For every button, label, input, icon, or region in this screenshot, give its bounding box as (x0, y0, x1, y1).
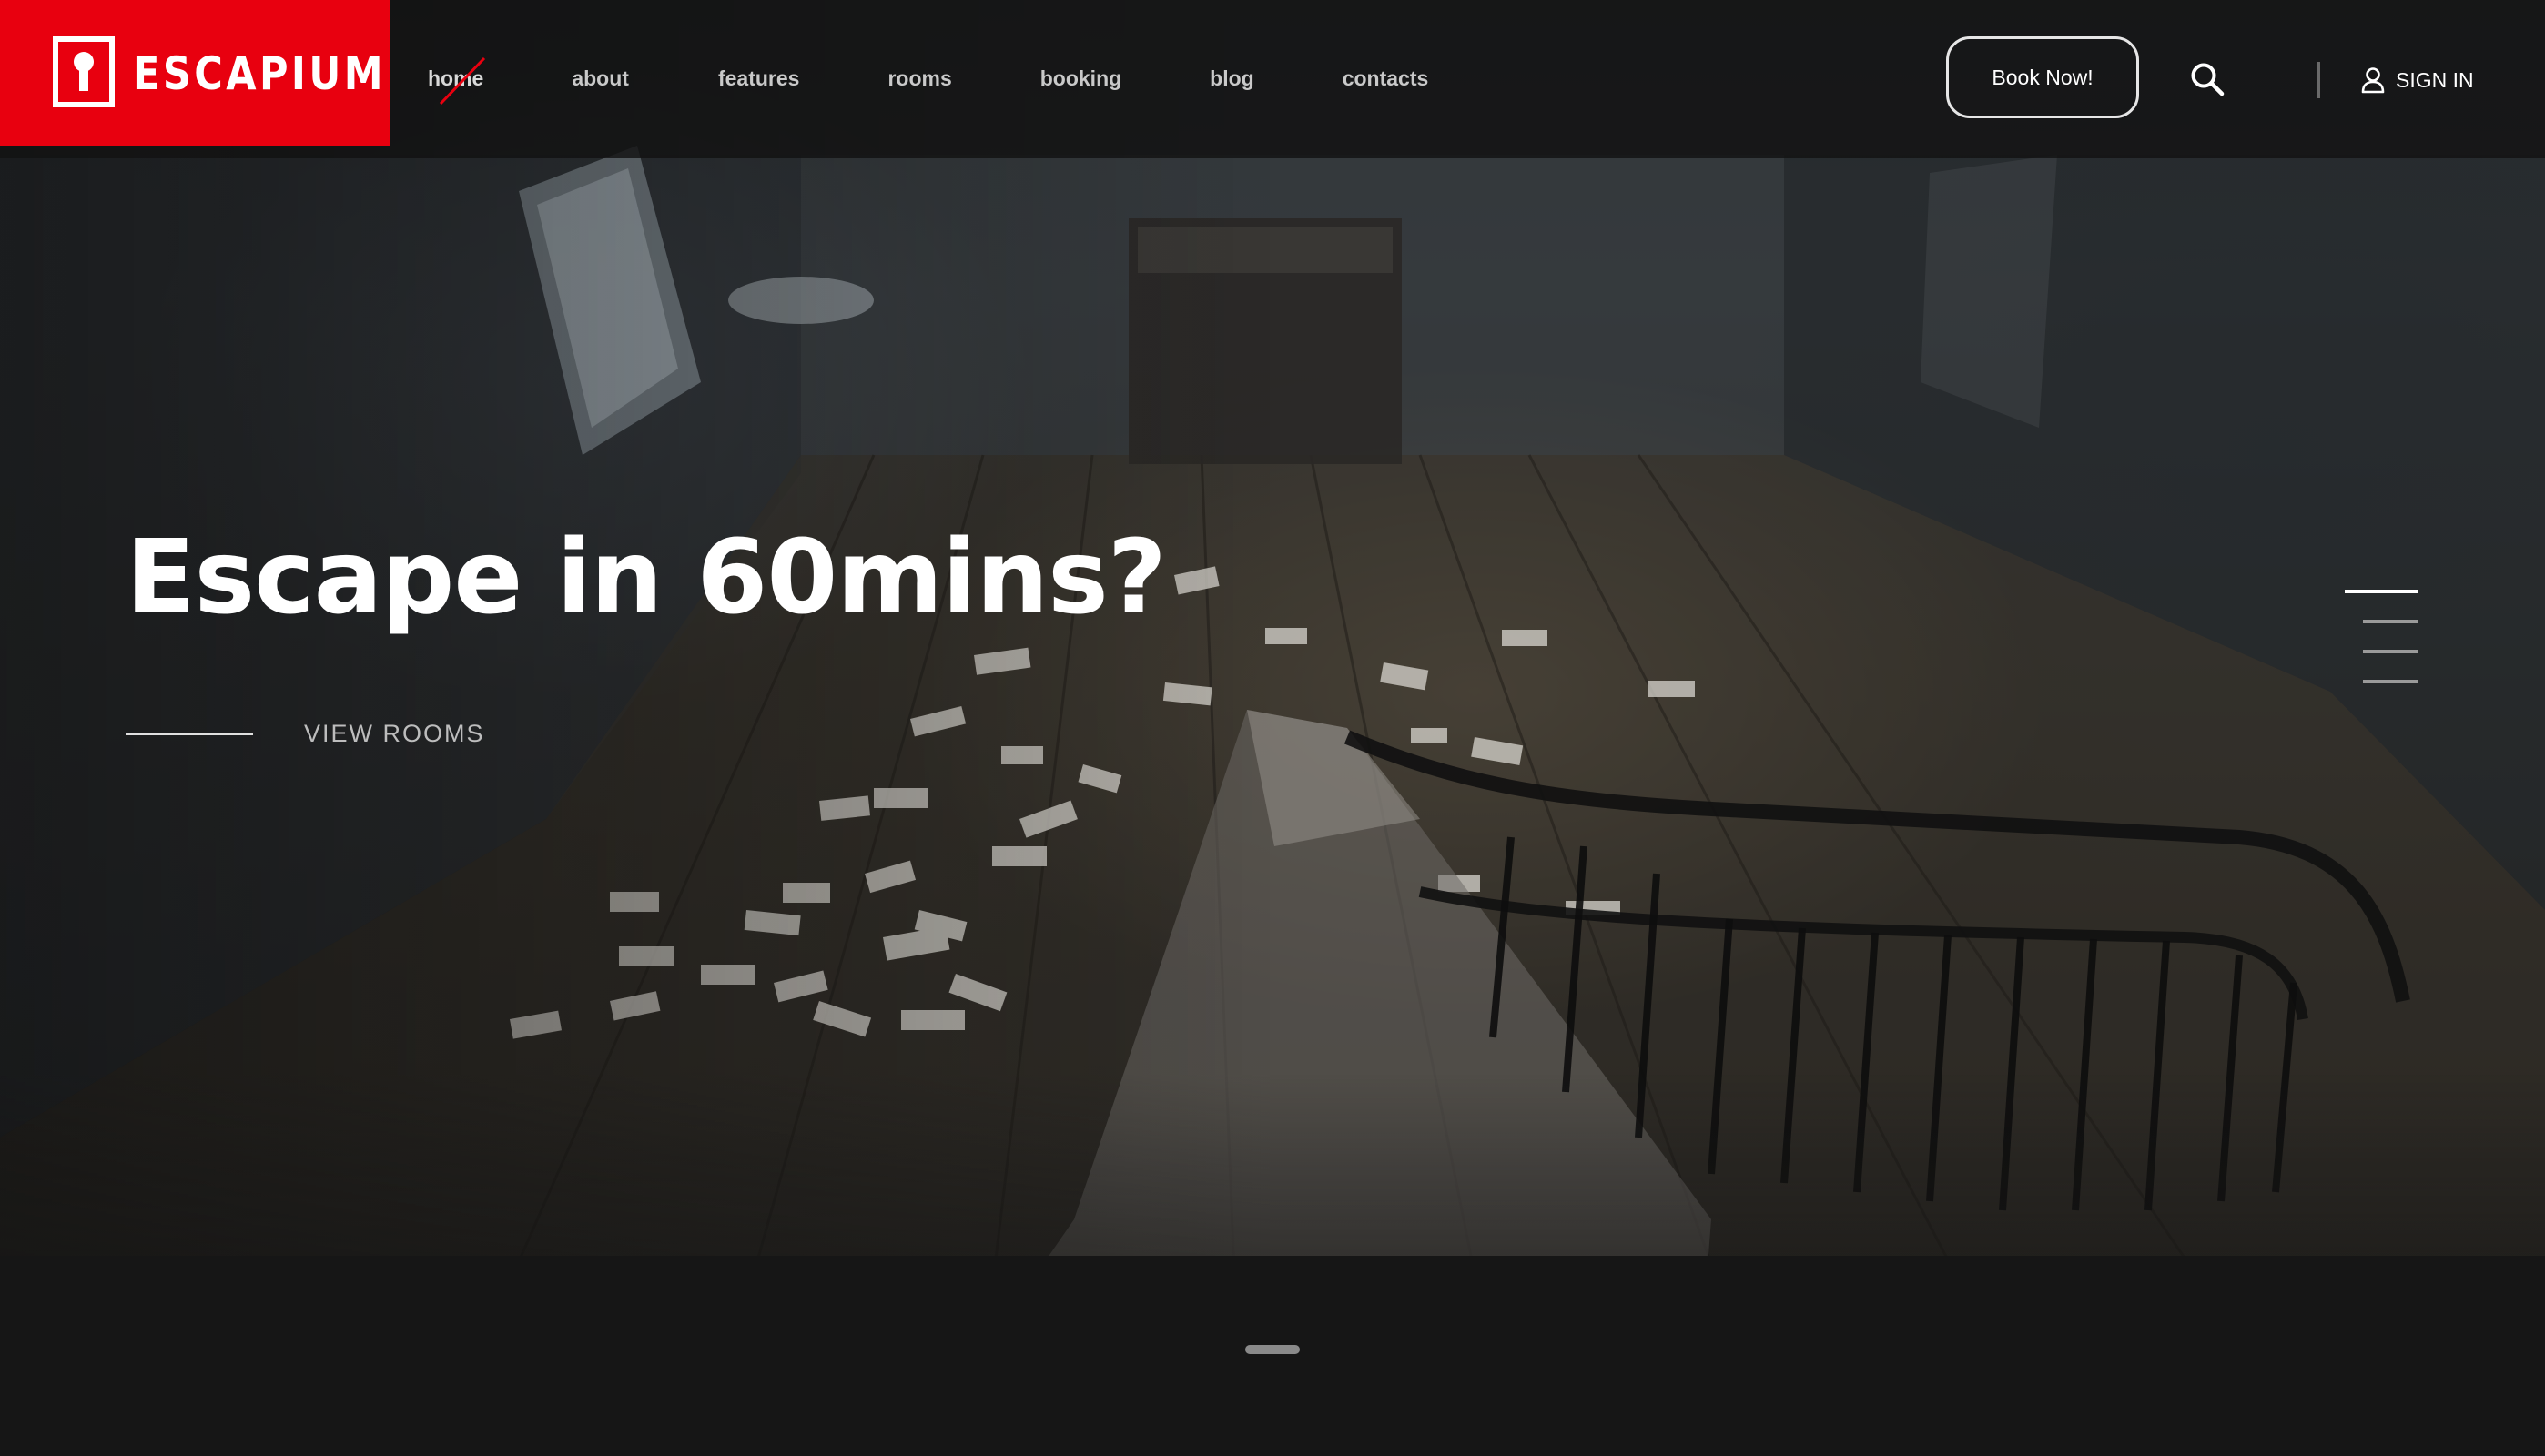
cta-line (126, 732, 253, 735)
page: ESCAPIUM home about features rooms booki… (0, 0, 2545, 1456)
book-now-button[interactable]: Book Now! (1946, 36, 2139, 118)
nav-item-about[interactable]: about (572, 60, 629, 96)
user-icon (2361, 67, 2385, 94)
nav-item-label: booking (1039, 66, 1122, 90)
slide-indicator-4[interactable] (2363, 680, 2418, 683)
brand-name: ESCAPIUM (133, 47, 386, 100)
slide-indicator-3[interactable] (2363, 650, 2418, 653)
slide-indicator-2[interactable] (2363, 620, 2418, 623)
brand-logo[interactable]: ESCAPIUM (0, 0, 390, 146)
main-nav: home about features rooms booking blog c… (428, 56, 1429, 106)
nav-item-rooms[interactable]: rooms (887, 60, 951, 96)
nav-item-label: contacts (1342, 66, 1429, 90)
nav-item-blog[interactable]: blog (1210, 60, 1254, 96)
search-icon[interactable] (2190, 62, 2225, 96)
header-divider (2317, 62, 2320, 98)
active-strike-icon (439, 56, 486, 106)
slide-indicator-1[interactable] (2345, 590, 2418, 593)
view-rooms-label: VIEW ROOMS (304, 719, 485, 747)
nav-item-home[interactable]: home (428, 56, 486, 106)
slide-indicators (2345, 590, 2418, 710)
view-rooms-link[interactable]: VIEW ROOMS (126, 713, 485, 753)
nav-item-features[interactable]: features (718, 60, 799, 96)
nav-item-contacts[interactable]: contacts (1343, 60, 1429, 96)
nav-item-label: about (572, 66, 629, 90)
nav-item-label: features (717, 66, 800, 90)
nav-item-label: rooms (887, 66, 952, 90)
site-header: ESCAPIUM home about features rooms booki… (0, 0, 2545, 158)
sign-in-link[interactable]: SIGN IN (2361, 62, 2474, 98)
scroll-indicator[interactable] (1245, 1345, 1300, 1354)
nav-item-booking[interactable]: booking (1040, 60, 1121, 96)
hero-title: Escape in 60mins? (126, 519, 1167, 637)
sign-in-label: SIGN IN (2396, 67, 2474, 92)
nav-item-label: blog (1210, 66, 1254, 90)
keyhole-icon (53, 36, 115, 107)
